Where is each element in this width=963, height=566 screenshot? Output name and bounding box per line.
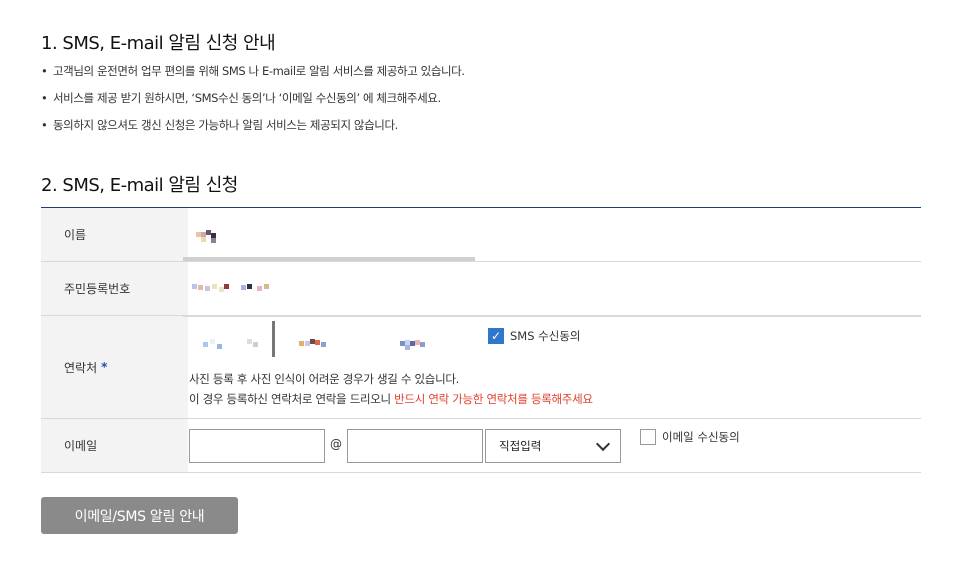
email-user-input[interactable] — [189, 429, 325, 463]
name-row: 이름 — [41, 208, 921, 262]
at-sign: @ — [330, 437, 342, 451]
bullet-icon: • — [41, 64, 48, 78]
phone-divider — [183, 316, 921, 317]
phone-label: 연락처 * — [41, 316, 188, 418]
phone-note: 사진 등록 후 사진 인식이 어려운 경우가 생길 수 있습니다. 이 경우 등… — [189, 372, 593, 406]
email-label: 이메일 — [41, 419, 188, 472]
rrn-label: 주민등록번호 — [41, 262, 188, 315]
phone-warning: 반드시 연락 가능한 연락처를 등록해주세요 — [394, 392, 593, 406]
email-consent-label: 이메일 수신동의 — [662, 430, 740, 444]
email-domain-select[interactable]: 직접입력 — [485, 429, 621, 463]
phone-separator — [272, 321, 275, 357]
name-field-underline — [183, 257, 475, 261]
notice-item: • 서비스를 제공 받기 원하시면, ‘SMS수신 동의’나 ‘이메일 수신동의’… — [41, 90, 465, 117]
chevron-down-icon — [595, 436, 611, 451]
checkbox-icon[interactable] — [640, 429, 656, 445]
section2-title: 2. SMS, E-mail 알림 신청 — [41, 175, 238, 196]
name-label: 이름 — [41, 208, 188, 261]
email-sms-notice-button[interactable]: 이메일/SMS 알림 안내 — [41, 497, 238, 534]
subscription-form: 이름 주민등록번호 연락처 * ✓ SMS 수신동의 사진 등록 후 사진 인식… — [41, 207, 921, 473]
email-row: 이메일 @ 직접입력 이메일 수신동의 — [41, 419, 921, 473]
email-domain-input[interactable] — [347, 429, 483, 463]
notice-list: • 고객님의 운전면허 업무 편의를 위해 SMS 나 E-mail로 알림 서비… — [41, 63, 465, 144]
required-mark: * — [101, 360, 108, 374]
bullet-icon: • — [41, 118, 48, 132]
notice-item: • 동의하지 않으셔도 갱신 신청은 가능하나 알림 서비스는 제공되지 않습니다… — [41, 117, 465, 144]
section1-title: 1. SMS, E-mail 알림 신청 안내 — [41, 33, 276, 54]
sms-consent-label: SMS 수신동의 — [510, 329, 581, 343]
rrn-row: 주민등록번호 — [41, 262, 921, 316]
notice-item: • 고객님의 운전면허 업무 편의를 위해 SMS 나 E-mail로 알림 서비… — [41, 63, 465, 90]
bullet-icon: • — [41, 91, 48, 105]
email-consent-checkbox[interactable]: 이메일 수신동의 — [640, 429, 740, 445]
checkmark-icon[interactable]: ✓ — [488, 328, 504, 344]
phone-row: 연락처 * ✓ SMS 수신동의 사진 등록 후 사진 인식이 어려운 경우가 … — [41, 316, 921, 419]
sms-consent-checkbox[interactable]: ✓ SMS 수신동의 — [488, 328, 581, 344]
